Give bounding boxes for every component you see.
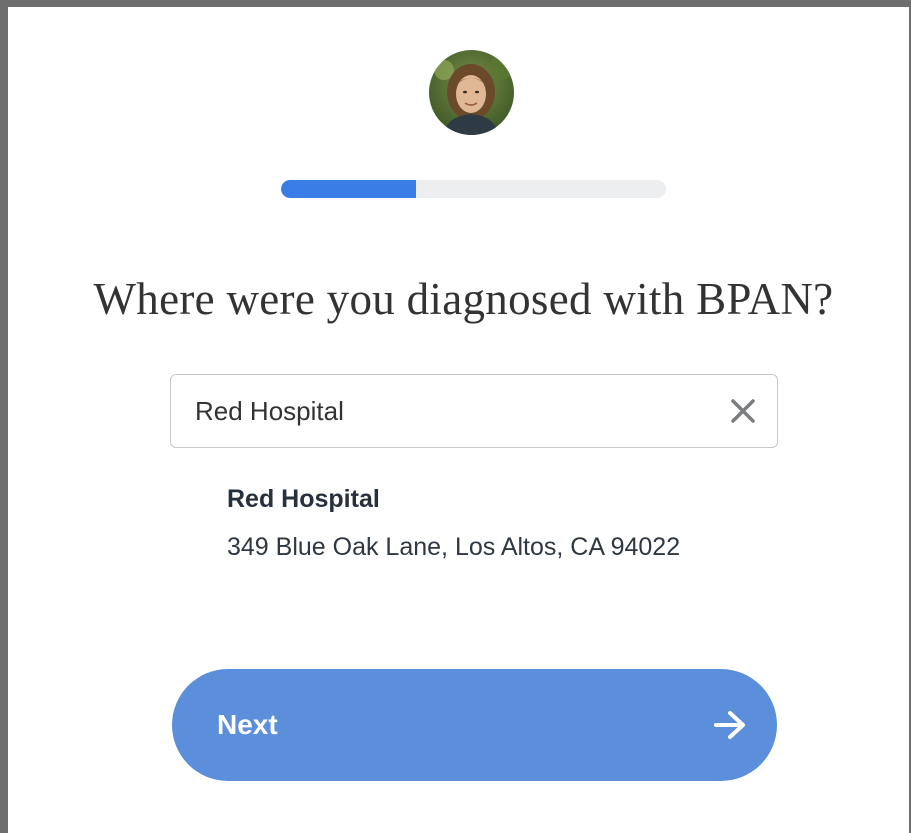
avatar <box>429 50 514 135</box>
app-frame: Where were you diagnosed with BPAN? Red … <box>0 0 911 833</box>
search-result-item[interactable]: Red Hospital 349 Blue Oak Lane, Los Alto… <box>227 481 697 569</box>
progress-bar-fill <box>281 180 416 198</box>
avatar-photo <box>429 50 514 135</box>
result-name: Red Hospital <box>227 485 380 513</box>
arrow-right-icon <box>714 711 745 739</box>
search-input[interactable] <box>195 375 705 447</box>
clear-button[interactable] <box>729 397 757 425</box>
close-icon[interactable] <box>729 397 757 425</box>
next-button-label: Next <box>217 709 278 740</box>
next-button[interactable]: Next <box>172 669 777 781</box>
progress-bar <box>281 180 666 198</box>
search-field[interactable] <box>170 374 778 448</box>
question-heading: Where were you diagnosed with BPAN? <box>93 274 834 324</box>
result-address: 349 Blue Oak Lane, Los Altos, CA 94022 <box>227 533 681 561</box>
